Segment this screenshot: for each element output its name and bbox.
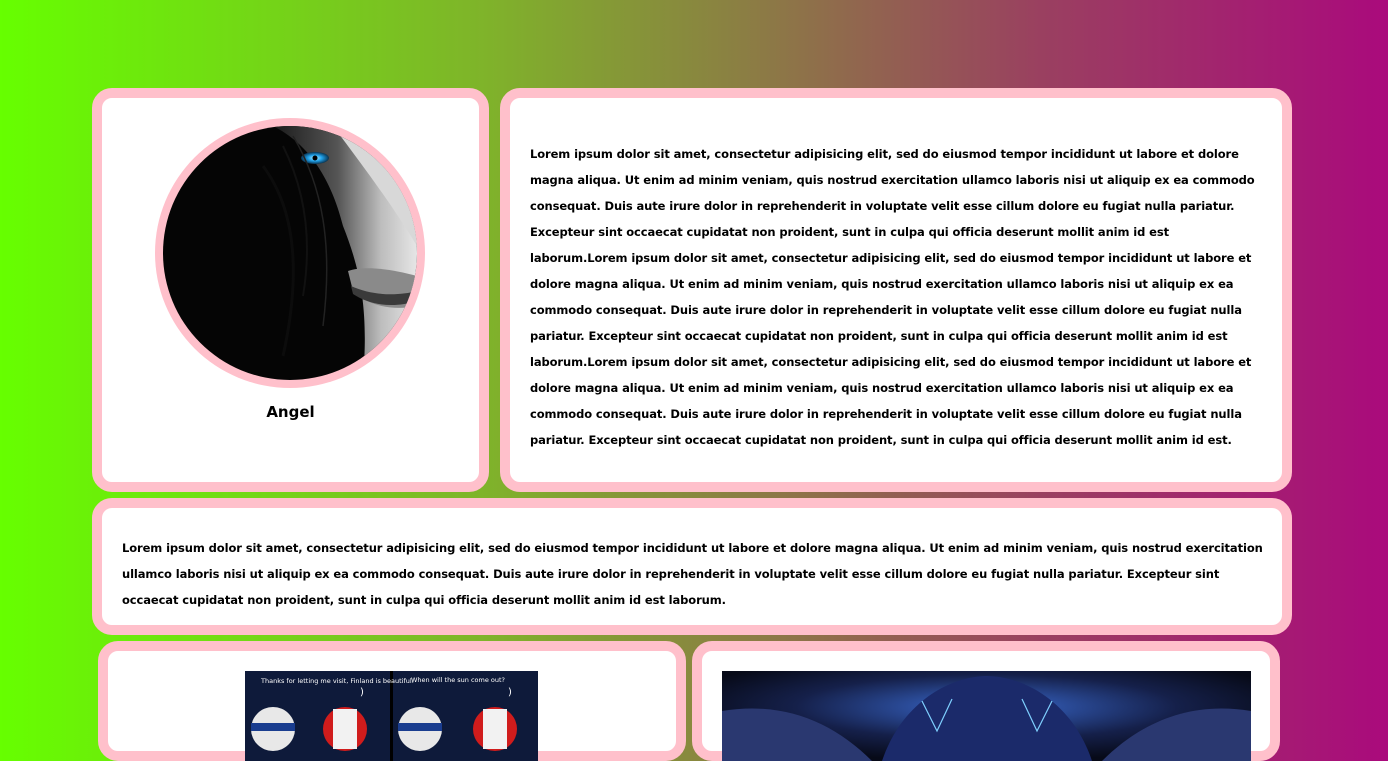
bio-text: Lorem ipsum dolor sit amet, consectetur … [530,147,1255,447]
comic-image: Thanks for letting me visit, Finland is … [245,671,538,761]
comic-caption-right: When will the sun come out? [411,676,505,684]
avatar [155,118,425,388]
svg-text:): ) [360,687,364,698]
svg-text:): ) [508,687,512,698]
description-card: Lorem ipsum dolor sit amet, consectetur … [92,498,1292,635]
gallery-card-anime [692,641,1280,761]
gallery-card-comic: Thanks for letting me visit, Finland is … [98,641,686,761]
comic-caption-left: Thanks for letting me visit, Finland is … [260,677,414,685]
avatar-image [163,126,417,380]
profile-name: Angel [266,403,315,421]
description-text: Lorem ipsum dolor sit amet, consectetur … [122,541,1263,607]
anime-image [722,671,1251,761]
profile-card: Angel [92,88,489,492]
bio-card: Lorem ipsum dolor sit amet, consectetur … [500,88,1292,492]
